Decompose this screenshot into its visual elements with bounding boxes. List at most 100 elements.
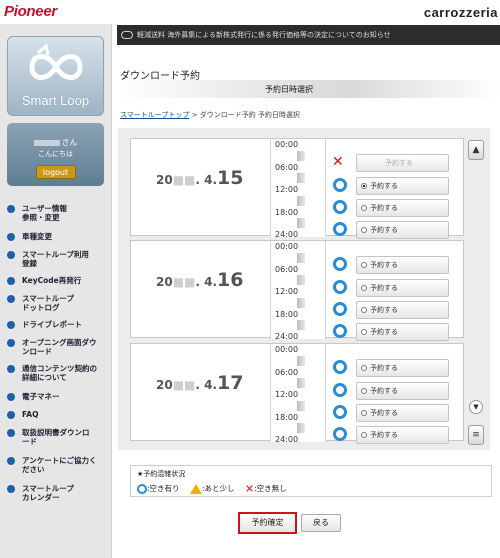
sidebar-menu-item[interactable]: 車種変更: [0, 232, 112, 241]
radio-icon[interactable]: [361, 432, 367, 438]
time-bar: [297, 173, 305, 183]
time-bar: [297, 320, 305, 330]
radio-icon[interactable]: [361, 307, 367, 313]
reserve-radio-button[interactable]: 予約する: [356, 301, 449, 319]
bullet-icon: [7, 429, 15, 437]
notice-bar[interactable]: 軽減送料 海外募集による新株式発行に係る発行価格等の決定についてのお知らせ: [117, 25, 500, 45]
scroll-up-button[interactable]: ▲: [468, 140, 484, 160]
reserve-radio-button[interactable]: 予約する: [356, 256, 449, 274]
day-date: 20■■. 4.16: [156, 269, 244, 291]
time-axis: 00:00 06:00 12:00 18:00 24:00: [270, 344, 326, 444]
few-triangle-icon: [189, 483, 202, 494]
scroll-bottom-button[interactable]: ≡: [468, 425, 484, 445]
available-circle-icon: [333, 324, 347, 338]
breadcrumb: スマートループトップ > ダウンロード予約 予約日時選択: [120, 110, 300, 120]
reserve-radio-button[interactable]: 予約する: [356, 382, 449, 400]
time-tick: 24:00: [275, 332, 299, 341]
reserve-radio-button[interactable]: 予約する: [356, 199, 449, 217]
sidebar-menu-item[interactable]: オープニング画面ダウ ンロード: [0, 338, 112, 356]
reserve-radio-button[interactable]: 予約する: [356, 221, 449, 239]
sidebar-menu-item[interactable]: 通信コンテンツ契約の 詳細について: [0, 364, 112, 382]
time-slot: 予約する: [326, 402, 465, 424]
bullet-icon: [7, 411, 15, 419]
radio-icon[interactable]: [361, 262, 367, 268]
confirm-reservation-button[interactable]: 予約確定: [238, 512, 297, 534]
sidebar-menu-item[interactable]: ドライブレポート: [0, 320, 112, 329]
bullet-icon: [7, 295, 15, 303]
time-tick: 12:00: [275, 390, 299, 399]
bullet-icon: [7, 251, 15, 259]
sidebar-menu-item[interactable]: スマートループ カレンダー: [0, 484, 112, 502]
reserve-radio-button[interactable]: 予約する: [356, 323, 449, 341]
reserve-radio-button[interactable]: 予約する: [356, 177, 449, 195]
bullet-icon: [7, 365, 15, 373]
day-block: 20■■. 4.16 00:00 06:00 12:00 18:00 24:00 予約する予…: [130, 240, 465, 341]
reserve-radio-button[interactable]: 予約する: [356, 426, 449, 444]
time-slot: 予約する: [326, 219, 465, 241]
reserve-radio-button[interactable]: 予約する: [356, 279, 449, 297]
radio-icon[interactable]: [361, 410, 367, 416]
radio-icon[interactable]: [361, 227, 367, 233]
radio-icon[interactable]: [361, 329, 367, 335]
radio-icon[interactable]: [361, 183, 367, 189]
breadcrumb-top-link[interactable]: スマートループトップ: [120, 111, 189, 119]
back-button[interactable]: 戻る: [301, 514, 341, 532]
reserve-radio-button[interactable]: 予約する: [356, 404, 449, 422]
schedule-panel: ▲ ▼ ≡ 20■■. 4.15 00:00 06:00 12:00 18:00 24:0…: [118, 128, 490, 450]
infinity-loop-icon: [29, 43, 83, 80]
time-tick: 18:00: [275, 413, 299, 422]
time-bar: [297, 378, 305, 388]
bullet-icon: [7, 393, 15, 401]
reserve-radio-button[interactable]: 予約する: [356, 359, 449, 377]
carrozzeria-logo: carrozzeria: [423, 5, 498, 20]
radio-icon[interactable]: [361, 205, 367, 211]
sidebar-menu-item[interactable]: KeyCode再発行: [0, 276, 112, 285]
bullet-icon: [7, 485, 15, 493]
sidebar-menu-item[interactable]: 取扱説明書ダウンロ ード: [0, 428, 112, 446]
time-tick: 06:00: [275, 265, 299, 274]
time-tick: 06:00: [275, 368, 299, 377]
time-bar: [297, 275, 305, 285]
logout-button[interactable]: logout: [35, 165, 76, 179]
scroll-down-round-button[interactable]: ▼: [469, 400, 483, 414]
available-circle-icon: [333, 405, 347, 419]
available-circle-icon: [333, 360, 347, 374]
time-bar: [297, 253, 305, 263]
radio-icon[interactable]: [361, 285, 367, 291]
radio-icon[interactable]: [361, 365, 367, 371]
user-name: さん: [7, 137, 104, 148]
available-circle-icon: [333, 302, 347, 316]
available-circle-icon: [333, 427, 347, 441]
time-tick: 00:00: [275, 242, 299, 251]
sidebar-menu-item[interactable]: 電子マネー: [0, 392, 112, 401]
time-tick: 24:00: [275, 435, 299, 444]
sidebar-menu-item[interactable]: スマートループ利用 登録: [0, 250, 112, 268]
time-slot: 予約する: [326, 277, 465, 299]
sidebar-menu-item[interactable]: アンケートにご協力く ださい: [0, 456, 112, 474]
time-bar: [297, 356, 305, 366]
sidebar-menu-item[interactable]: FAQ: [0, 410, 112, 419]
legend-none: :空き無し: [254, 483, 287, 493]
available-circle-icon: [333, 257, 347, 271]
available-circle-icon: [333, 280, 347, 294]
loop-icon: [121, 31, 133, 39]
user-panel: さん こんにちは logout: [7, 123, 104, 186]
reserve-button-disabled: 予約する: [356, 154, 449, 172]
sidebar-menu-item[interactable]: スマートループ ドットログ: [0, 294, 112, 312]
day-date: 20■■. 4.15: [156, 167, 244, 189]
time-axis: 00:00 06:00 12:00 18:00 24:00: [270, 139, 326, 239]
day-block: 20■■. 4.15 00:00 06:00 12:00 18:00 24:00 ✕ 予約する…: [130, 138, 464, 239]
time-tick: 18:00: [275, 208, 299, 217]
user-greeting: こんにちは: [38, 150, 73, 158]
time-bar: [297, 196, 305, 206]
sidebar-menu-item[interactable]: ユーザー情報 参照・変更: [0, 204, 112, 222]
time-bar: [297, 423, 305, 433]
bullet-icon: [7, 321, 15, 329]
breadcrumb-rest: > ダウンロード予約 予約日時選択: [191, 111, 300, 119]
time-tick: 24:00: [275, 230, 299, 239]
radio-icon[interactable]: [361, 388, 367, 394]
smart-loop-logo[interactable]: Smart Loop: [7, 36, 104, 116]
time-slot: 予約する: [326, 380, 465, 402]
time-tick: 18:00: [275, 310, 299, 319]
unavailable-cross-icon: ✕: [332, 154, 344, 170]
